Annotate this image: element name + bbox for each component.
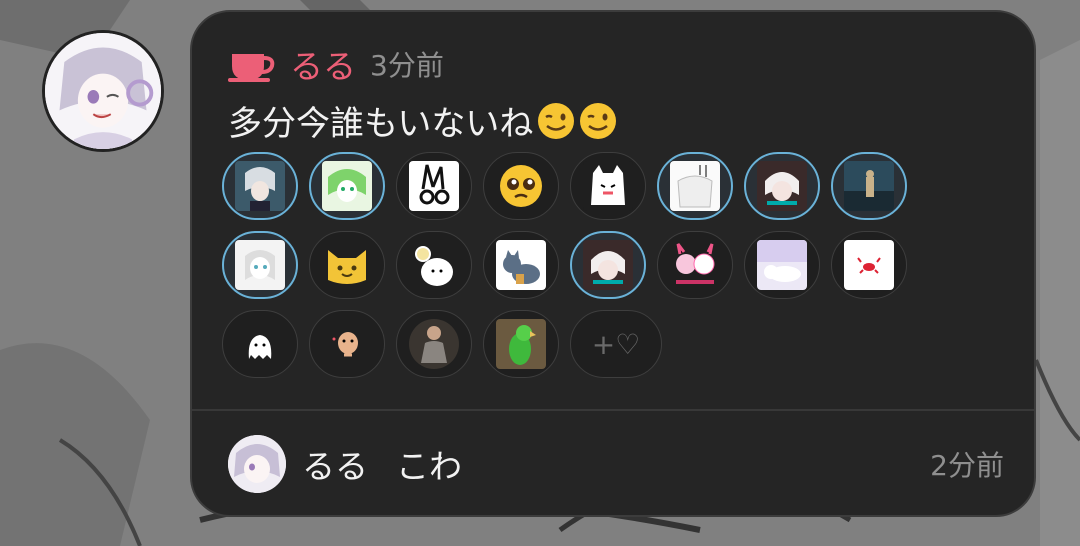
- reaction-white-hair-boy-2[interactable]: [570, 231, 646, 299]
- sticker-ghost-icon: [248, 335, 272, 359]
- sticker-parrot-icon: [496, 319, 546, 369]
- reaction-rabbit[interactable]: [396, 152, 472, 220]
- sticker-lying-cat-icon: [757, 240, 807, 290]
- reply-timestamp[interactable]: 2分前: [930, 444, 1004, 484]
- add-reaction-button[interactable]: +♡: [570, 310, 662, 378]
- reaction-crab[interactable]: [831, 231, 907, 299]
- reaction-lying-cat[interactable]: [744, 231, 820, 299]
- avatar-image: [228, 435, 286, 493]
- sticker-crab-icon: [844, 240, 894, 290]
- sticker-white-blob-icon: [415, 246, 453, 286]
- note-text: 多分今誰もいないね: [228, 96, 617, 145]
- sticker-green-boy-icon: [322, 161, 372, 211]
- reactions: +♡: [222, 152, 982, 389]
- reaction-scene[interactable]: [831, 152, 907, 220]
- reaction-ghost[interactable]: [222, 310, 298, 378]
- note-card: るる 3分前 多分今誰もいないね +♡ るる こわ 2分前: [190, 10, 1036, 517]
- note-timestamp[interactable]: 3分前: [370, 44, 444, 84]
- sticker-white-hair-boy-icon: [757, 161, 807, 211]
- avatar-image: [45, 33, 161, 149]
- reaction-row: +♡: [222, 310, 982, 378]
- reaction-anime-boy[interactable]: [222, 152, 298, 220]
- reaction-potato[interactable]: [309, 310, 385, 378]
- sticker-white-cat-icon: [583, 161, 633, 211]
- reaction-row: [222, 231, 982, 299]
- sticker-man-icon: [409, 319, 459, 369]
- reaction-green-boy[interactable]: [309, 152, 385, 220]
- reaction-manga-panel[interactable]: [657, 152, 733, 220]
- reply-avatar[interactable]: [228, 435, 286, 493]
- pleading-face-emoji-icon: [500, 165, 542, 207]
- reaction-white-cat[interactable]: [570, 152, 646, 220]
- divider: [192, 409, 1034, 411]
- sticker-rabbit-icon: [409, 161, 459, 211]
- reply-author-name[interactable]: るる: [302, 440, 368, 488]
- sticker-anime-boy-icon: [235, 161, 285, 211]
- reaction-white-blob[interactable]: [396, 231, 472, 299]
- sticker-girl-sketch-icon: [235, 240, 285, 290]
- author-name[interactable]: るる: [290, 40, 356, 88]
- reaction-man[interactable]: [396, 310, 472, 378]
- coffee-cup-icon: [228, 54, 275, 82]
- reaction-parrot[interactable]: [483, 310, 559, 378]
- reaction-pink-bunnies[interactable]: [657, 231, 733, 299]
- reaction-yellow-cat[interactable]: [309, 231, 385, 299]
- sticker-potato-icon: [332, 332, 358, 357]
- sticker-scene-icon: [844, 161, 894, 211]
- reply-preview[interactable]: るる こわ 2分前: [228, 434, 1004, 494]
- author-avatar[interactable]: [42, 30, 164, 152]
- reaction-row: [222, 152, 982, 220]
- sticker-grey-cat-icon: [496, 240, 546, 290]
- note-header: るる 3分前: [228, 44, 444, 86]
- sticker-yellow-cat-icon: [328, 250, 366, 284]
- sticker-manga-panel-icon: [670, 161, 720, 211]
- wink-emoji-icon: [580, 102, 617, 139]
- reaction-white-hair-boy[interactable]: [744, 152, 820, 220]
- reaction-girl-sketch[interactable]: [222, 231, 298, 299]
- note-body: 多分今誰もいないね: [228, 104, 534, 144]
- sticker-white-hair-boy-2-icon: [583, 240, 633, 290]
- sticker-pink-bunnies-icon: [676, 243, 715, 284]
- reaction-grey-cat[interactable]: [483, 231, 559, 299]
- reply-text: こわ: [396, 447, 462, 486]
- wink-emoji-icon: [538, 102, 575, 139]
- reaction-pleading-face[interactable]: [483, 152, 559, 220]
